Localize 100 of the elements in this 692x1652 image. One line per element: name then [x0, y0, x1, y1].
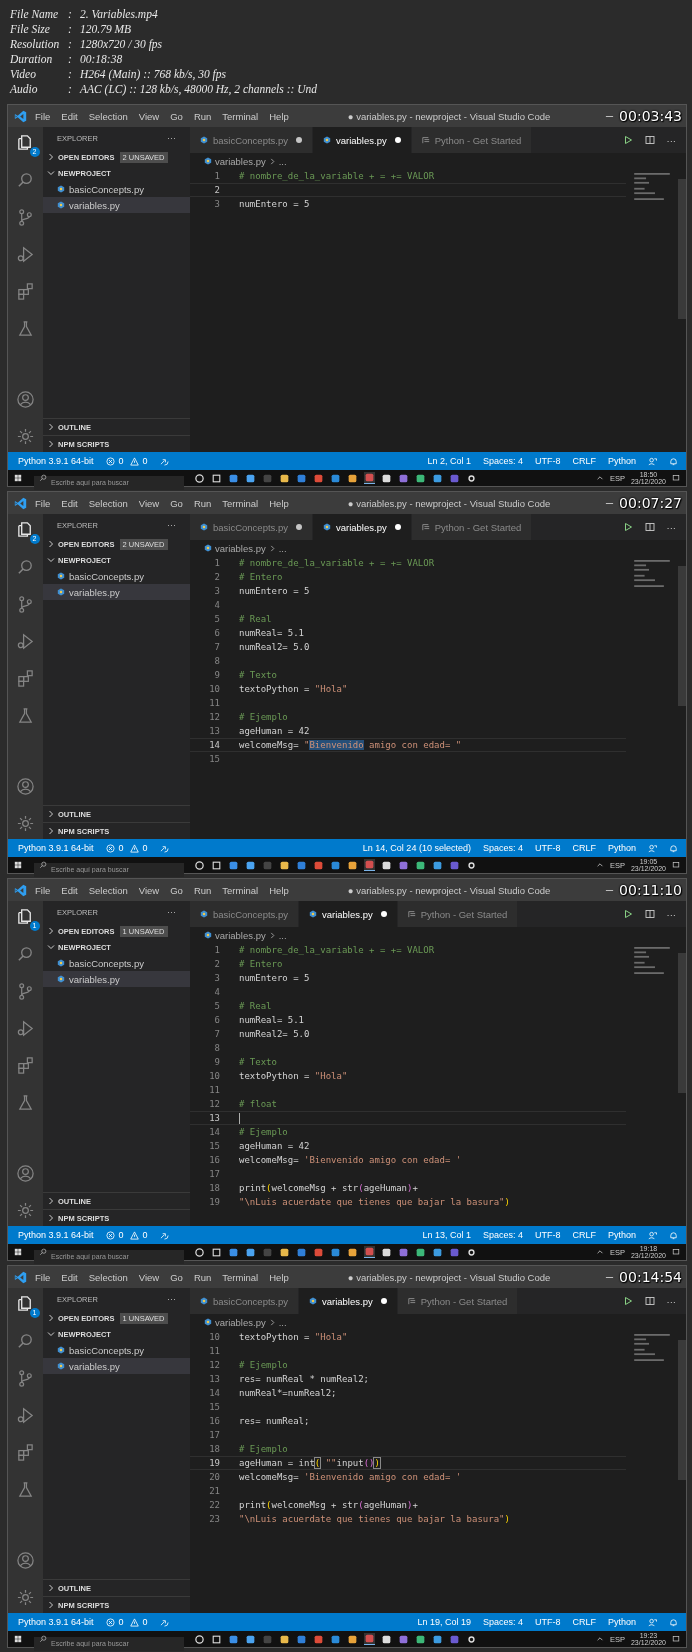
more-actions-button[interactable]: ···: [167, 520, 176, 530]
run-debug-icon[interactable]: [16, 245, 35, 264]
breadcrumb-item[interactable]: ...: [278, 929, 287, 941]
bell-icon[interactable]: [669, 843, 678, 853]
taskbar-app-icon[interactable]: [279, 1633, 290, 1645]
source-control-icon[interactable]: [16, 595, 35, 614]
chevron-icon[interactable]: [47, 810, 55, 818]
taskbar-app-icon[interactable]: [245, 472, 256, 484]
windows-start-icon[interactable]: [14, 861, 22, 869]
line-ending[interactable]: CRLF: [572, 843, 596, 853]
error-count[interactable]: 0: [118, 1617, 124, 1627]
explorer-tree-item[interactable]: variables.py: [43, 1358, 190, 1374]
chevron-icon[interactable]: [47, 1314, 55, 1322]
taskbar-app-icon[interactable]: [279, 472, 290, 484]
chevron-icon[interactable]: [47, 1601, 55, 1609]
editor-tab[interactable]: basicConcepts.py: [190, 127, 313, 153]
explorer-tree-item[interactable]: basicConcepts.py: [43, 568, 190, 584]
cursor-position[interactable]: Ln 2, Col 1: [427, 456, 471, 466]
flask-icon[interactable]: [16, 1093, 35, 1112]
split-editor-icon[interactable]: [644, 522, 655, 532]
feedback-icon[interactable]: [648, 456, 657, 466]
flask-icon[interactable]: [16, 1480, 35, 1499]
extensions-icon[interactable]: [16, 282, 35, 301]
scrollbar[interactable]: [678, 566, 686, 706]
menu-item[interactable]: Edit: [61, 497, 78, 509]
chevron-up-icon[interactable]: [595, 1635, 604, 1643]
taskbar-app-icon[interactable]: [381, 1246, 392, 1258]
taskbar-app-icon[interactable]: [245, 1633, 256, 1645]
menu-item[interactable]: View: [138, 497, 160, 509]
explorer-tree-item[interactable]: variables.py: [43, 971, 190, 987]
cursor-position[interactable]: Ln 13, Col 1: [422, 1230, 471, 1240]
menu-item[interactable]: View: [138, 1271, 160, 1283]
share-icon[interactable]: [159, 1230, 169, 1240]
menu-item[interactable]: Help: [269, 1271, 289, 1283]
bell-icon[interactable]: [669, 1230, 678, 1240]
taskbar-app-icon[interactable]: [432, 859, 443, 871]
chevron-icon[interactable]: [47, 943, 55, 951]
search-icon[interactable]: [16, 945, 35, 964]
menu-item[interactable]: Go: [170, 110, 183, 122]
menu-item[interactable]: Run: [193, 497, 212, 509]
notification-icon[interactable]: [672, 1248, 680, 1256]
taskbar-app-icon[interactable]: [415, 1246, 426, 1258]
menu-item[interactable]: Go: [170, 884, 183, 896]
breadcrumb-item[interactable]: variables.py: [215, 155, 266, 167]
taskbar-app-icon[interactable]: [432, 1633, 443, 1645]
editor-tab[interactable]: variables.py: [299, 1288, 398, 1314]
breadcrumb-item[interactable]: variables.py: [215, 542, 266, 554]
chevron-icon[interactable]: [47, 1330, 55, 1338]
error-count[interactable]: 0: [118, 1230, 124, 1240]
line-ending[interactable]: CRLF: [572, 1230, 596, 1240]
more-actions-button[interactable]: ···: [167, 133, 176, 143]
search-icon[interactable]: [16, 1332, 35, 1351]
taskbar-app-icon[interactable]: [381, 859, 392, 871]
taskbar-app-icon[interactable]: [347, 472, 358, 484]
notification-icon[interactable]: [672, 1635, 680, 1643]
editor-tab[interactable]: Python - Get Started: [411, 127, 533, 153]
breadcrumb-item[interactable]: ...: [278, 1316, 287, 1328]
search-icon[interactable]: [16, 558, 35, 577]
more-actions-button[interactable]: ···: [666, 908, 676, 920]
menu-item[interactable]: Go: [170, 1271, 183, 1283]
warning-count[interactable]: 0: [142, 843, 148, 853]
taskbar-app-icon[interactable]: [381, 472, 392, 484]
menu-item[interactable]: Help: [269, 884, 289, 896]
breadcrumb-item[interactable]: ...: [278, 155, 287, 167]
editor-tab[interactable]: variables.py: [299, 901, 398, 927]
windows-start-icon[interactable]: [14, 474, 22, 482]
error-count[interactable]: 0: [118, 843, 124, 853]
chevron-icon[interactable]: [47, 153, 55, 161]
chevron-icon[interactable]: [47, 440, 55, 448]
taskbar-app-icon[interactable]: [228, 859, 239, 871]
menu-item[interactable]: File: [35, 110, 51, 122]
source-control-icon[interactable]: [16, 1369, 35, 1388]
task-view-icon[interactable]: [211, 1633, 222, 1645]
chevron-up-icon[interactable]: [595, 1248, 604, 1256]
taskbar-app-icon[interactable]: [415, 1633, 426, 1645]
account-icon[interactable]: [16, 1164, 35, 1183]
taskbar-app-icon[interactable]: [228, 1246, 239, 1258]
taskbar-app-icon[interactable]: [432, 1246, 443, 1258]
cursor-position[interactable]: Ln 14, Col 24 (10 selected): [362, 843, 471, 853]
chevron-icon[interactable]: [47, 556, 55, 564]
share-icon[interactable]: [159, 456, 169, 466]
task-view-icon[interactable]: [211, 859, 222, 871]
feedback-icon[interactable]: [648, 1617, 657, 1627]
run-icon[interactable]: [622, 135, 633, 145]
language-mode[interactable]: Python: [607, 843, 636, 853]
more-actions-button[interactable]: ···: [167, 907, 176, 917]
indentation[interactable]: Spaces: 4: [482, 843, 523, 853]
chevron-icon[interactable]: [47, 169, 55, 177]
task-view-icon[interactable]: [211, 1246, 222, 1258]
bell-icon[interactable]: [669, 456, 678, 466]
python-interpreter[interactable]: Python 3.9.1 64-bit: [18, 843, 94, 853]
menu-item[interactable]: Selection: [88, 497, 128, 509]
more-actions-button[interactable]: ···: [666, 521, 676, 533]
warning-count[interactable]: 0: [142, 456, 148, 466]
split-editor-icon[interactable]: [644, 909, 655, 919]
cursor-position[interactable]: Ln 19, Col 19: [417, 1617, 471, 1627]
scrollbar[interactable]: [678, 1340, 686, 1480]
indentation[interactable]: Spaces: 4: [482, 1617, 523, 1627]
language-mode[interactable]: Python: [607, 1230, 636, 1240]
taskbar-app-icon[interactable]: [228, 472, 239, 484]
